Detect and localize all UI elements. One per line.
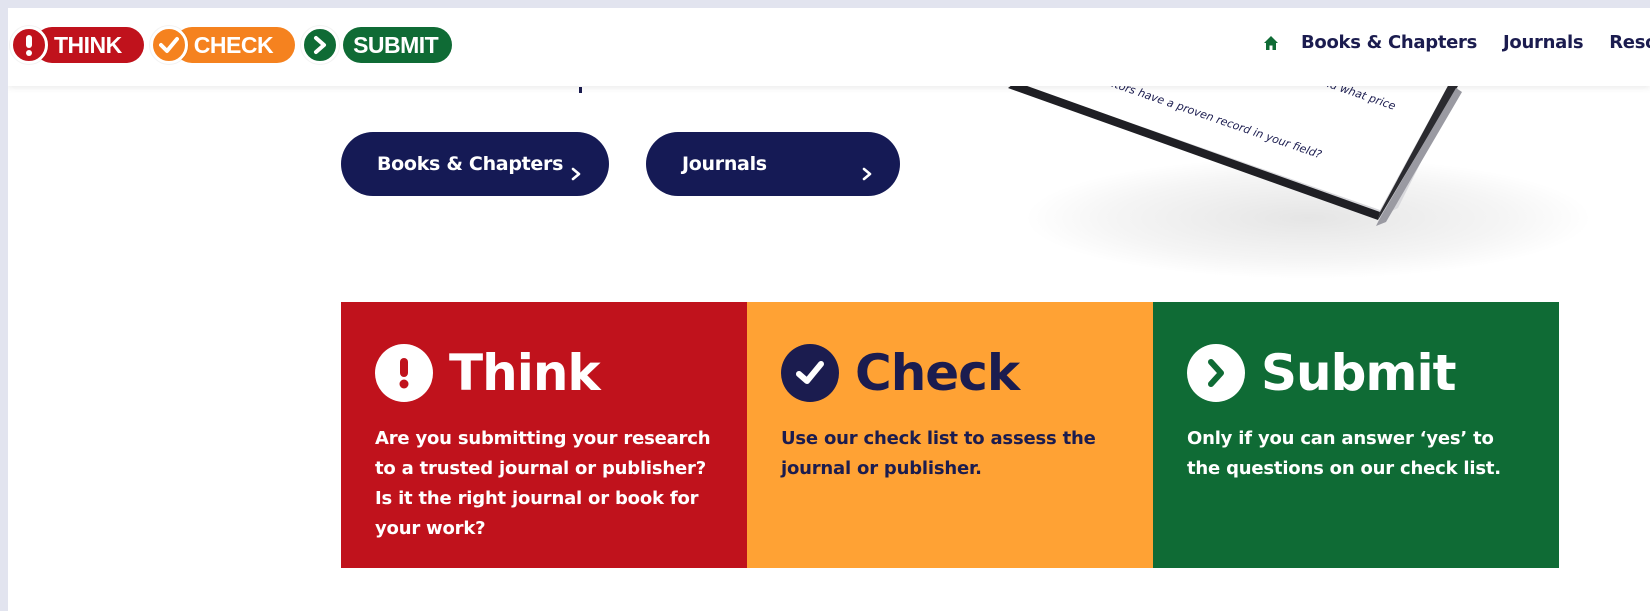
books-chapters-button[interactable]: Books & Chapters	[341, 132, 609, 196]
check-title: Check	[855, 344, 1020, 402]
checkmark-icon	[781, 344, 839, 402]
tablet-device: editors have a proven record in your fie…	[1008, 68, 1462, 226]
think-text: Are you submitting your research to a tr…	[375, 428, 711, 539]
nav-resources[interactable]: Resources	[1609, 32, 1650, 53]
chevron-right-icon	[571, 162, 581, 186]
think-check-submit-logo[interactable]: THINK CHECK SUBMIT	[10, 26, 453, 64]
books-chapters-label: Books & Chapters	[377, 153, 564, 175]
submit-text: Only if you can answer ‘yes’ to the ques…	[1187, 428, 1501, 479]
logo-submit: SUBMIT	[343, 27, 453, 63]
tablet-illustration: editors have a proven record in your fie…	[988, 68, 1648, 298]
exclamation-icon	[10, 26, 48, 64]
page: THINK CHECK SUBMIT Books & Chapters Jour…	[8, 8, 1650, 611]
main-nav: Books & Chapters Journals Resources	[1263, 32, 1650, 53]
check-text: Use our check list to assess the journal…	[781, 428, 1096, 479]
think-heading: Think	[375, 344, 713, 402]
nav-journals[interactable]: Journals	[1503, 32, 1584, 53]
nav-books-chapters[interactable]: Books & Chapters	[1301, 32, 1477, 53]
logo-check: CHECK	[173, 27, 296, 63]
chevron-right-icon	[301, 26, 340, 64]
think-title: Think	[449, 344, 601, 402]
journals-button[interactable]: Journals	[646, 132, 900, 196]
chevron-right-icon	[1187, 344, 1245, 402]
check-heading: Check	[781, 344, 1119, 402]
journals-label: Journals	[682, 153, 767, 175]
site-header: THINK CHECK SUBMIT Books & Chapters Jour…	[8, 8, 1650, 86]
think-card: Think Are you submitting your research t…	[341, 302, 747, 568]
think-check-submit-cards: Think Are you submitting your research t…	[341, 302, 1559, 568]
logo-think: THINK	[34, 27, 144, 63]
checkmark-icon	[149, 26, 188, 64]
check-card: Check Use our check list to assess the j…	[747, 302, 1153, 568]
home-icon[interactable]	[1263, 35, 1279, 51]
submit-title: Submit	[1261, 344, 1457, 402]
submit-card: Submit Only if you can answer ‘yes’ to t…	[1153, 302, 1559, 568]
submit-heading: Submit	[1187, 344, 1525, 402]
exclamation-icon	[375, 344, 433, 402]
chevron-right-icon	[862, 162, 872, 186]
